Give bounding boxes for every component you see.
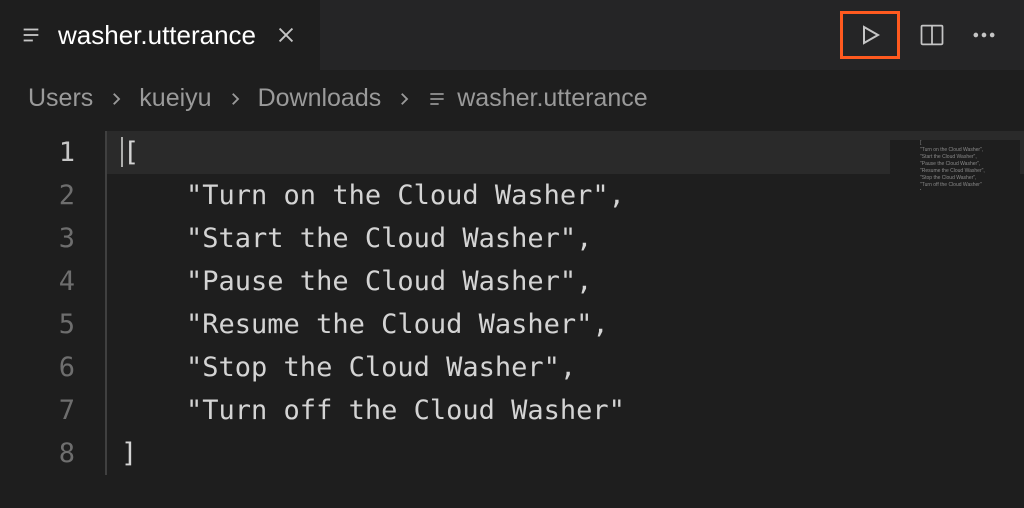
breadcrumb-item[interactable]: Users xyxy=(28,84,93,113)
code-area[interactable]: [ "Turn on the Cloud Washer", "Start the… xyxy=(105,127,1024,475)
chevron-right-icon xyxy=(226,90,244,108)
breadcrumb-file-label: washer.utterance xyxy=(457,84,647,113)
breadcrumb: Users kueiyu Downloads washer.utterance xyxy=(0,70,1024,127)
line-number: 7 xyxy=(0,389,105,432)
run-button[interactable] xyxy=(840,11,900,59)
line-number: 1 xyxy=(0,131,105,174)
file-icon xyxy=(20,24,42,46)
code-line: "Resume the Cloud Washer", xyxy=(105,303,1024,346)
breadcrumb-item[interactable]: washer.utterance xyxy=(427,84,647,113)
editor[interactable]: 12345678 [ "Turn on the Cloud Washer", "… xyxy=(0,127,1024,475)
code-line: ] xyxy=(105,432,1024,475)
split-editor-icon[interactable] xyxy=(912,15,952,55)
line-number: 8 xyxy=(0,432,105,475)
code-line: [ xyxy=(105,131,1024,174)
tab-actions xyxy=(820,0,1024,70)
line-number: 2 xyxy=(0,174,105,217)
code-line: "Pause the Cloud Washer", xyxy=(105,260,1024,303)
minimap[interactable]: [ "Turn on the Cloud Washer", "Start the… xyxy=(890,140,1020,190)
code-line: "Stop the Cloud Washer", xyxy=(105,346,1024,389)
code-line: "Turn off the Cloud Washer" xyxy=(105,389,1024,432)
chevron-right-icon xyxy=(395,90,413,108)
line-number: 4 xyxy=(0,260,105,303)
breadcrumb-item[interactable]: Downloads xyxy=(258,84,382,113)
file-tab[interactable]: washer.utterance xyxy=(0,0,321,70)
more-icon[interactable] xyxy=(964,15,1004,55)
line-number: 3 xyxy=(0,217,105,260)
code-line: "Turn on the Cloud Washer", xyxy=(105,174,1024,217)
chevron-right-icon xyxy=(107,90,125,108)
tab-label: washer.utterance xyxy=(58,20,256,51)
tab-bar: washer.utterance xyxy=(0,0,1024,70)
code-line: "Start the Cloud Washer", xyxy=(105,217,1024,260)
breadcrumb-item[interactable]: kueiyu xyxy=(139,84,211,113)
line-number: 5 xyxy=(0,303,105,346)
close-icon[interactable] xyxy=(272,21,300,49)
line-number: 6 xyxy=(0,346,105,389)
gutter: 12345678 xyxy=(0,127,105,475)
